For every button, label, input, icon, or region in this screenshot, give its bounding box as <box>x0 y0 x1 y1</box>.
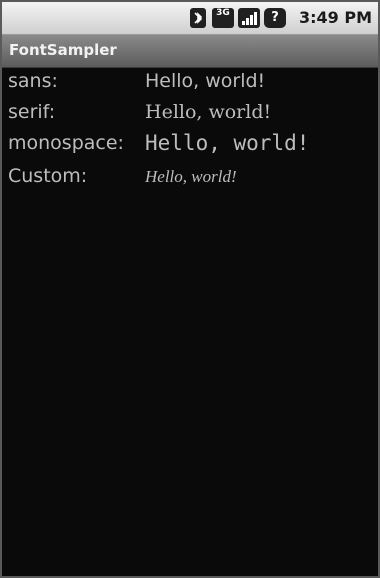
alert-glyph: ? <box>271 10 279 25</box>
status-time: 3:49 PM <box>298 8 372 27</box>
sample-sans: Hello, world! <box>145 70 266 92</box>
row-sans: sans: Hello, world! <box>2 68 378 99</box>
bluetooth-icon <box>190 8 206 28</box>
alert-icon: ? <box>264 8 286 28</box>
3g-label: 3G <box>216 8 230 18</box>
sample-serif: Hello, world! <box>145 101 272 123</box>
app-title: FontSampler <box>9 41 117 59</box>
row-serif: serif: Hello, world! <box>2 99 378 130</box>
label-monospace: monospace: <box>8 132 124 154</box>
status-bar: 3G ? 3:49 PM <box>2 2 378 35</box>
row-custom: Custom: Hello, world! <box>2 163 378 194</box>
font-sample-list: sans: Hello, world! serif: Hello, world!… <box>2 68 378 194</box>
row-monospace: monospace: Hello, world! <box>2 130 378 163</box>
label-serif: serif: <box>8 101 56 123</box>
phone-screen: 3G ? 3:49 PM FontSampler sans: Hello, wo… <box>0 0 380 578</box>
sample-custom: Hello, world! <box>145 167 237 186</box>
label-custom: Custom: <box>8 165 88 187</box>
signal-icon <box>238 8 260 28</box>
3g-icon: 3G <box>212 8 234 28</box>
label-sans: sans: <box>8 70 58 92</box>
sample-monospace: Hello, world! <box>145 131 310 155</box>
title-bar: FontSampler <box>2 35 378 68</box>
